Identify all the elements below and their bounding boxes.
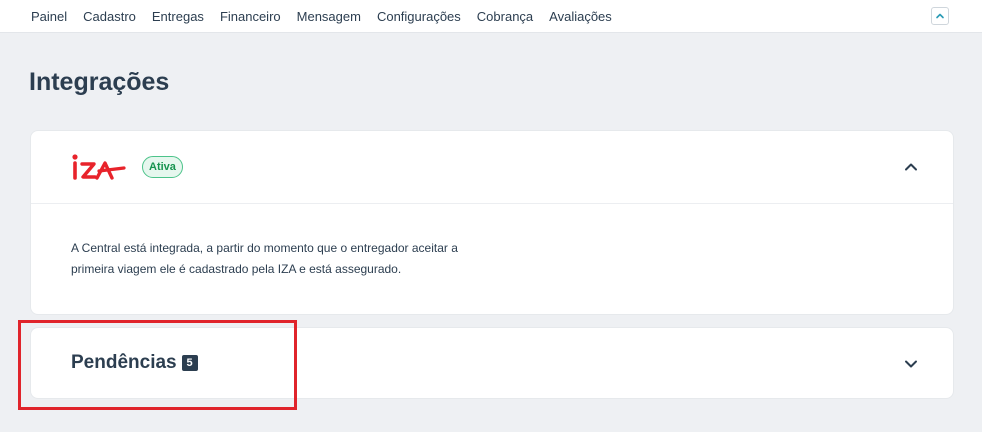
- collapse-nav-button[interactable]: [931, 7, 949, 25]
- iza-integration-card: Ativa A Central está integrada, a partir…: [30, 130, 954, 315]
- pendencias-count-badge: 5: [181, 355, 198, 371]
- chevron-up-icon[interactable]: [903, 159, 919, 175]
- pendencias-title: Pendências: [71, 352, 177, 373]
- chevron-down-icon[interactable]: [903, 356, 919, 372]
- nav-item-cadastro[interactable]: Cadastro: [83, 9, 136, 24]
- nav-item-mensagem[interactable]: Mensagem: [297, 9, 361, 24]
- chevron-up-icon: [936, 13, 944, 19]
- nav-item-configuracoes[interactable]: Configurações: [377, 9, 461, 24]
- nav-item-avaliacoes[interactable]: Avaliações: [549, 9, 612, 24]
- pendencias-title-group: Pendências 5: [71, 352, 198, 374]
- page-title: Integrações: [29, 68, 170, 96]
- iza-description: A Central está integrada, a partir do mo…: [71, 241, 458, 276]
- nav-item-cobranca[interactable]: Cobrança: [477, 9, 533, 24]
- pendencias-card[interactable]: Pendências 5: [30, 327, 954, 399]
- nav-item-financeiro[interactable]: Financeiro: [220, 9, 281, 24]
- top-navigation: Painel Cadastro Entregas Financeiro Mens…: [0, 0, 982, 33]
- status-badge: Ativa: [142, 156, 183, 178]
- nav-item-entregas[interactable]: Entregas: [152, 9, 204, 24]
- iza-logo: [72, 154, 126, 180]
- nav-item-painel[interactable]: Painel: [31, 9, 67, 24]
- iza-card-header[interactable]: Ativa: [31, 131, 953, 204]
